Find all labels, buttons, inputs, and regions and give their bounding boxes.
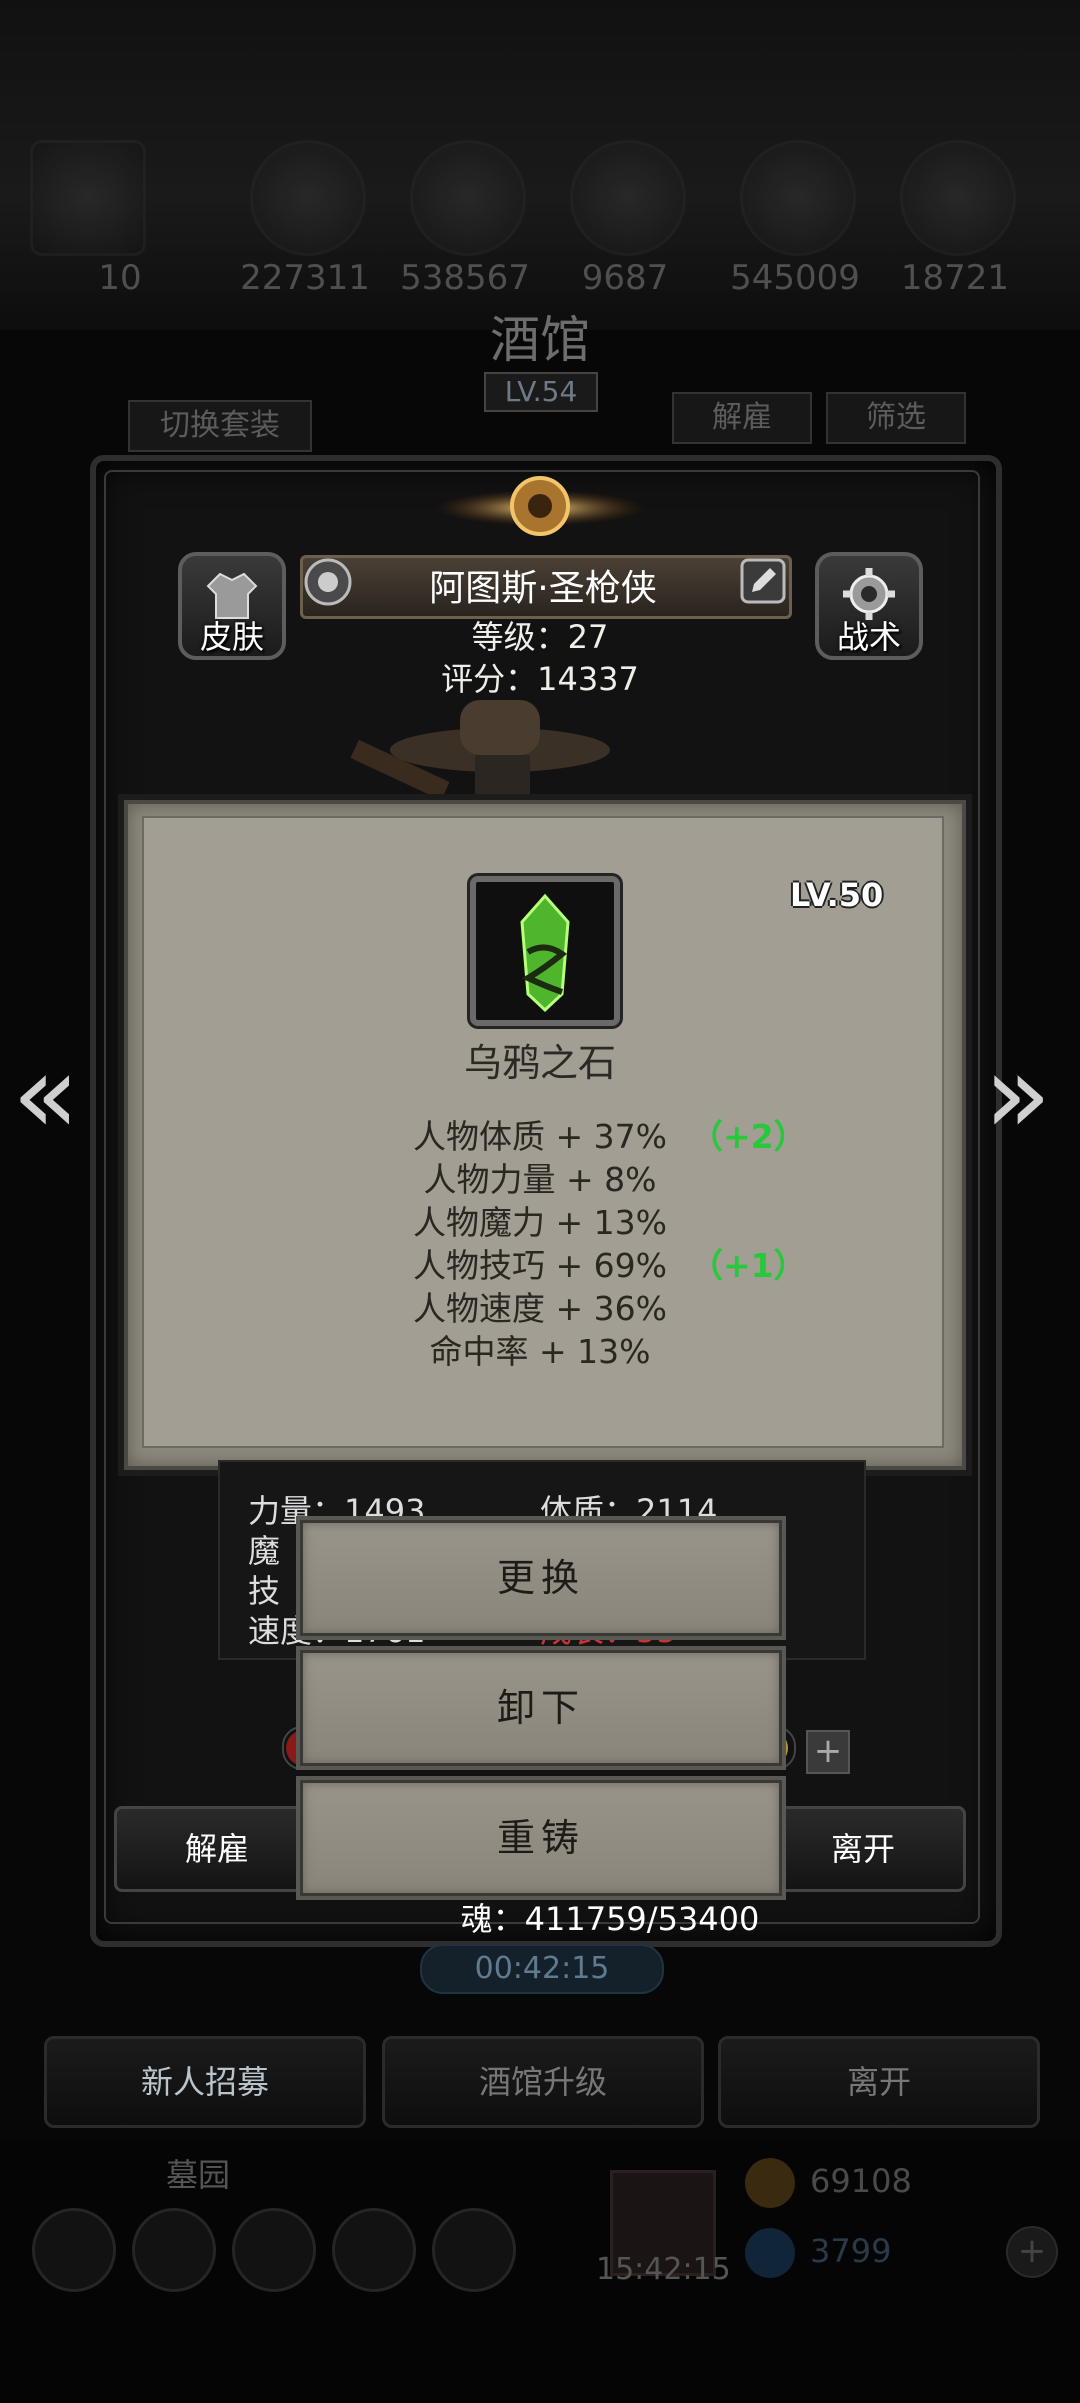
resource-value: 227311 [240,258,370,298]
item-attribute: 人物速度 + 36% [413,1289,667,1328]
previous-arrow-icon[interactable]: « [12,1030,79,1158]
cemetery-label[interactable]: 墓园 [166,2150,230,2196]
menu-icon-5[interactable] [432,2208,516,2292]
tavern-title: 酒馆 [490,311,590,369]
green-gem-icon [520,893,570,1013]
add-currency-icon[interactable]: + [1006,2226,1058,2278]
hero-level: 等级：27 [471,618,609,656]
avatar [30,140,146,256]
gold-amount: 69108 [810,2162,912,2200]
filter-button[interactable]: 筛选 [826,392,966,444]
hero-name: 阿图斯·圣枪侠 [429,568,657,609]
resource-icon-1 [250,140,366,256]
item-level: LV.50 [790,876,884,914]
item-slot [470,876,620,1026]
unequip-button[interactable]: 卸下 [300,1650,782,1766]
resource-icon-2 [410,140,526,256]
dismiss-button[interactable]: 解雇 [114,1806,320,1892]
switch-outfit-button[interactable]: 切换套装 [128,400,312,452]
sun-emblem-icon [435,476,645,536]
timer: 00:42:15 [420,1944,664,1994]
replace-button[interactable]: 更换 [300,1520,782,1636]
item-attribute: 人物魔力 + 13% [413,1203,667,1242]
add-icon[interactable]: + [806,1730,850,1774]
resource-value: 538567 [400,258,530,298]
edit-icon[interactable] [738,556,788,606]
gold-coin-icon [745,2158,795,2208]
resource-icon-3 [570,140,686,256]
attribute-bonus: （+1） [690,1246,807,1285]
soul-counter: 魂：411759/53400 [460,1900,760,1938]
leave-nav-button[interactable]: 离开 [718,2036,1040,2128]
menu-icon-3[interactable] [232,2208,316,2292]
item-attribute: 命中率 + 13% [429,1332,651,1371]
menu-icon-4[interactable] [332,2208,416,2292]
resource-value: 10 [98,258,142,298]
recruit-button[interactable]: 新人招募 [44,2036,366,2128]
gift-timer: 15:42:15 [596,2252,731,2287]
menu-icon-1[interactable] [32,2208,116,2292]
leave-button[interactable]: 离开 [760,1806,966,1892]
menu-icon-2[interactable] [132,2208,216,2292]
resource-row: 10 227311 538567 9687 545009 18721 [0,120,1080,300]
gem-icon [745,2228,795,2278]
attribute-bonus: （+2） [690,1117,807,1156]
upgrade-button[interactable]: 酒馆升级 [382,2036,704,2128]
resource-value: 9687 [581,258,669,298]
next-arrow-icon[interactable]: » [984,1030,1051,1158]
item-name: 乌鸦之石 [463,1041,616,1085]
reforge-button[interactable]: 重铸 [300,1780,782,1896]
resource-icon-5 [900,140,1016,256]
resource-value: 18721 [900,258,1010,298]
resource-icon-4 [740,140,856,256]
item-attribute: 人物力量 + 8% [423,1160,657,1199]
tavern-level: LV.54 [484,372,598,412]
gem-amount: 3799 [810,2232,892,2270]
resource-value: 545009 [730,258,860,298]
dismiss-top-button[interactable]: 解雇 [672,392,812,444]
